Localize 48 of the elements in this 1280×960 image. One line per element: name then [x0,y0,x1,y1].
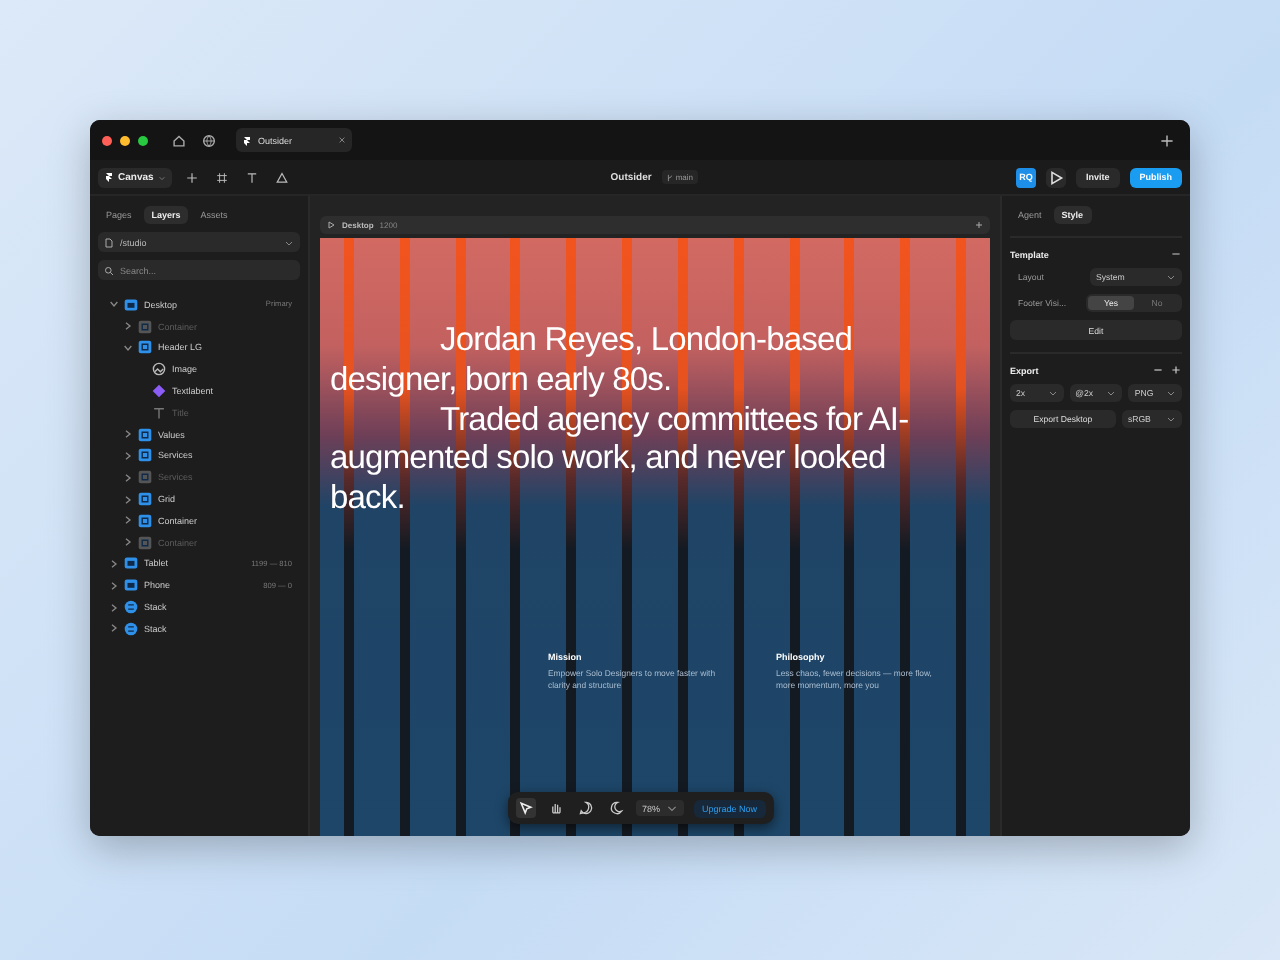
chevron-icon[interactable] [124,516,132,525]
close-window-icon[interactable] [102,135,112,145]
headline-text: Traded agency committees for AI-augmented solo work, and never looked back. [330,401,911,520]
diamond-icon [152,384,166,399]
add-icon[interactable] [185,171,198,183]
stack-icon [124,621,138,636]
chevron-icon[interactable] [124,495,132,504]
pointer-icon[interactable] [516,798,536,818]
chevron-icon[interactable] [110,300,118,309]
triangle-icon[interactable] [275,171,288,183]
text-icon [152,405,166,420]
chevron-icon[interactable] [110,624,118,633]
chevron-icon[interactable] [124,343,132,352]
close-icon[interactable] [338,136,346,144]
frame-icon[interactable] [215,171,228,183]
chevron-icon[interactable] [124,538,132,547]
chevron-icon[interactable] [110,581,118,590]
caret-icon [157,173,166,181]
minimize-window-icon[interactable] [120,135,130,145]
headline-text: Jordan Reyes, London-based designer, born early 80s. [330,322,855,402]
screen-icon [124,297,138,312]
new-tab-icon[interactable] [1160,133,1174,147]
preview-button[interactable] [1045,167,1066,187]
maximize-window-icon[interactable] [138,135,148,145]
moon-icon[interactable] [606,798,626,818]
minus-icon[interactable] [1170,248,1182,260]
chevron-icon[interactable] [124,473,132,482]
chevron-icon[interactable] [124,430,132,439]
search-icon [104,265,114,275]
chevron-icon[interactable] [110,603,118,612]
logo-icon [104,172,114,182]
page-icon [104,237,114,247]
image-icon [152,362,166,377]
minus-icon[interactable] [1152,364,1164,376]
chevron-icon[interactable] [124,451,132,460]
stack-icon [124,600,138,615]
chevron-icon[interactable] [110,559,118,568]
add-icon[interactable] [974,220,984,230]
home-icon[interactable] [172,133,186,147]
play-icon [1047,169,1064,185]
chevron-icon[interactable] [124,322,132,331]
caret-icon [666,802,679,814]
hand-icon[interactable] [546,798,566,818]
text-tool-icon[interactable] [245,171,258,183]
globe-icon[interactable] [202,133,216,147]
logo-icon [242,135,252,145]
add-icon[interactable] [1170,364,1182,376]
play-icon[interactable] [326,220,336,230]
